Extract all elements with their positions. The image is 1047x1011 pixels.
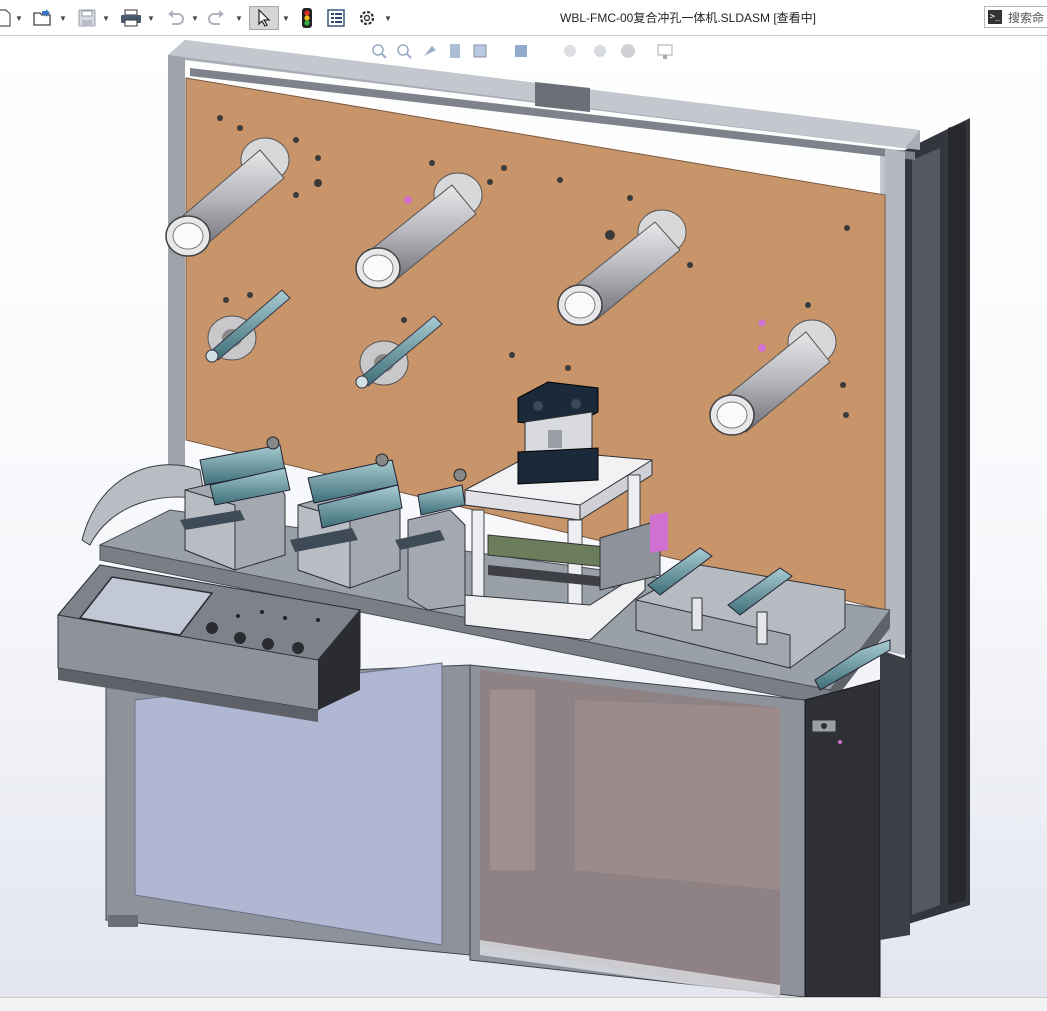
open-button[interactable] bbox=[31, 6, 55, 30]
status-strip bbox=[0, 997, 1047, 1011]
redo-dropdown[interactable]: ▼ bbox=[234, 6, 244, 30]
file-properties-button[interactable] bbox=[325, 6, 347, 30]
redo-button[interactable] bbox=[206, 6, 228, 30]
undo-dropdown[interactable]: ▼ bbox=[190, 6, 200, 30]
search-placeholder: 搜索命 bbox=[1008, 10, 1045, 25]
view-settings-icon[interactable] bbox=[657, 44, 673, 59]
pneumatic-cylinder bbox=[517, 381, 599, 485]
section-view-icon[interactable] bbox=[450, 44, 460, 58]
redo-icon bbox=[208, 10, 226, 26]
select-pointer-icon bbox=[257, 9, 271, 27]
zoom-area-icon[interactable] bbox=[397, 44, 412, 59]
options-dropdown[interactable]: ▼ bbox=[383, 6, 393, 30]
zoom-to-fit-icon[interactable] bbox=[372, 44, 387, 59]
file-properties-icon bbox=[327, 9, 345, 27]
options-gear-icon bbox=[358, 9, 376, 27]
rebuild-button[interactable] bbox=[297, 6, 317, 30]
hide-show-icon[interactable] bbox=[564, 45, 576, 57]
new-document-icon bbox=[0, 9, 12, 27]
undo-icon bbox=[166, 10, 184, 26]
display-style-icon[interactable] bbox=[515, 45, 527, 57]
options-button[interactable] bbox=[355, 6, 379, 30]
search-commands-input[interactable]: >_ 搜索命 bbox=[984, 6, 1047, 28]
select-dropdown[interactable]: ▼ bbox=[281, 6, 291, 30]
graphics-viewport[interactable] bbox=[0, 36, 1047, 997]
assembly-model bbox=[57, 40, 970, 997]
window-title: WBL-FMC-00复合冲孔一体机.SLDASM [查看中] bbox=[560, 11, 817, 25]
save-icon bbox=[78, 9, 96, 27]
heads-up-view-toolbar[interactable] bbox=[372, 44, 673, 59]
open-folder-icon bbox=[32, 9, 54, 27]
previous-view-icon[interactable] bbox=[424, 46, 436, 56]
traffic-light-icon bbox=[301, 8, 313, 28]
laminating-module-1 bbox=[180, 436, 291, 571]
laminating-module-2 bbox=[290, 453, 403, 589]
new-document-dropdown[interactable]: ▼ bbox=[14, 6, 24, 30]
command-prompt-icon: >_ bbox=[988, 10, 1002, 24]
view-orientation-icon[interactable] bbox=[473, 44, 487, 58]
title-toolbar-bar: ▼ ▼ ▼ ▼ ▼ ▼ ▼ ▼ WBL-FMC-00复合冲孔一体机.SLDASM… bbox=[0, 0, 1047, 36]
print-icon bbox=[120, 9, 142, 27]
select-button[interactable] bbox=[249, 6, 279, 30]
save-dropdown[interactable]: ▼ bbox=[101, 6, 111, 30]
save-button[interactable] bbox=[76, 6, 98, 30]
edit-appearance-icon[interactable] bbox=[594, 45, 606, 57]
new-document-button[interactable] bbox=[0, 6, 12, 30]
print-button[interactable] bbox=[119, 6, 143, 30]
undo-button[interactable] bbox=[164, 6, 186, 30]
print-dropdown[interactable]: ▼ bbox=[146, 6, 156, 30]
apply-scene-icon[interactable] bbox=[621, 44, 635, 58]
open-dropdown[interactable]: ▼ bbox=[58, 6, 68, 30]
